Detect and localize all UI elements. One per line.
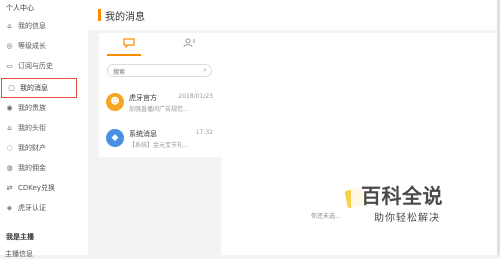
sidebar-item-assets[interactable]: ◌ 我的财产 xyxy=(0,138,88,158)
sidebar-item-commission[interactable]: ◍ 我的佣金 xyxy=(0,158,88,178)
sidebar-item-label: 虎牙认证 xyxy=(18,204,46,212)
tab-contacts[interactable] xyxy=(181,36,197,50)
conversation-preview: 【系统】金元宝节礼... xyxy=(129,142,189,149)
active-tab-indicator xyxy=(107,54,141,56)
watermark-logo: 百科全说 xyxy=(361,184,443,208)
chat-bubble-icon xyxy=(123,38,135,48)
title-icon: ⌂ xyxy=(7,124,12,132)
badge-icon: ◎ xyxy=(6,42,13,50)
sidebar-item-noble[interactable]: ◉ 我的贵族 xyxy=(0,98,88,118)
search-placeholder: 搜索 xyxy=(113,69,126,76)
sidebar-heading: 个人中心 xyxy=(6,4,34,12)
sidebar-item-label: 订阅与历史 xyxy=(18,62,53,70)
sidebar-item-anchor-info[interactable]: 主播信息 xyxy=(5,249,33,259)
sidebar-item-label: 我的消息 xyxy=(20,84,48,92)
sidebar-section-heading: 我是主播 xyxy=(6,233,34,241)
conversation-time: 2018/01/23 xyxy=(178,93,213,100)
conversation-time: 17:32 xyxy=(195,129,213,136)
conversation-item[interactable]: ◆ 系统消息 17:32 【系统】金元宝节礼... xyxy=(99,123,221,155)
coin-icon: ◍ xyxy=(6,164,13,172)
search-input[interactable]: 搜索 ⌕ xyxy=(107,64,212,77)
page-title: 我的消息 xyxy=(105,12,145,23)
sidebar-item-label: CDKey兑换 xyxy=(18,184,55,192)
conversation-name: 系统消息 xyxy=(129,130,157,138)
huya-official-avatar: ☻ xyxy=(106,93,124,111)
tab-messages[interactable] xyxy=(121,36,137,50)
history-icon: ▭ xyxy=(6,62,13,70)
watermark-slogan: 助你轻松解决 xyxy=(374,213,440,224)
sidebar-item-label: 我的信息 xyxy=(18,22,46,30)
sidebar-item-messages[interactable]: ▢ 我的消息 xyxy=(1,78,77,98)
droplet-icon: ◆ xyxy=(111,133,119,143)
crown-icon: ◉ xyxy=(6,104,13,112)
message-tabs xyxy=(99,33,221,56)
contacts-icon xyxy=(183,38,195,48)
empty-state-text: 你还未选... xyxy=(311,213,341,220)
home-icon: ⌂ xyxy=(7,22,12,30)
sidebar: 个人中心 ⌂ 我的信息 ◎ 等级成长 ▭ 订阅与历史 ▢ 我的消息 ◉ 我的贵族… xyxy=(0,0,88,258)
system-message-avatar: ◆ xyxy=(106,129,124,147)
chat-icon: ▢ xyxy=(8,84,15,92)
huya-logo-icon: ☻ xyxy=(110,97,120,107)
conversation-item[interactable]: ☻ 虎牙官方 2018/01/23 加强直播间广告规范... xyxy=(99,87,221,119)
sidebar-item-verify[interactable]: ◈ 虎牙认证 xyxy=(0,198,88,218)
sidebar-item-cdkey[interactable]: ⇄ CDKey兑换 xyxy=(0,178,88,198)
shield-icon: ◈ xyxy=(6,204,13,212)
title-accent-bar xyxy=(98,9,101,21)
conversation-preview: 加强直播间广告规范... xyxy=(129,106,189,113)
sidebar-item-subscriptions[interactable]: ▭ 订阅与历史 xyxy=(0,56,88,76)
wallet-icon: ◌ xyxy=(6,144,13,152)
key-icon: ⇄ xyxy=(6,184,13,192)
sidebar-item-label: 我的财产 xyxy=(18,144,46,152)
sidebar-item-my-info[interactable]: ⌂ 我的信息 xyxy=(0,16,88,36)
page-header: 我的消息 xyxy=(88,0,500,30)
sidebar-item-level[interactable]: ◎ 等级成长 xyxy=(0,36,88,56)
conversation-name: 虎牙官方 xyxy=(129,94,157,102)
sidebar-item-label: 我的头衔 xyxy=(18,124,46,132)
sidebar-item-label: 我的佣金 xyxy=(18,164,46,172)
search-icon[interactable]: ⌕ xyxy=(203,66,207,75)
sidebar-item-label: 我的贵族 xyxy=(18,104,46,112)
sidebar-item-label: 等级成长 xyxy=(18,42,46,50)
message-list-panel: 搜索 ⌕ ☻ 虎牙官方 2018/01/23 加强直播间广告规范... ◆ 系统… xyxy=(99,33,221,157)
sidebar-item-titles[interactable]: ⌂ 我的头衔 xyxy=(0,118,88,138)
